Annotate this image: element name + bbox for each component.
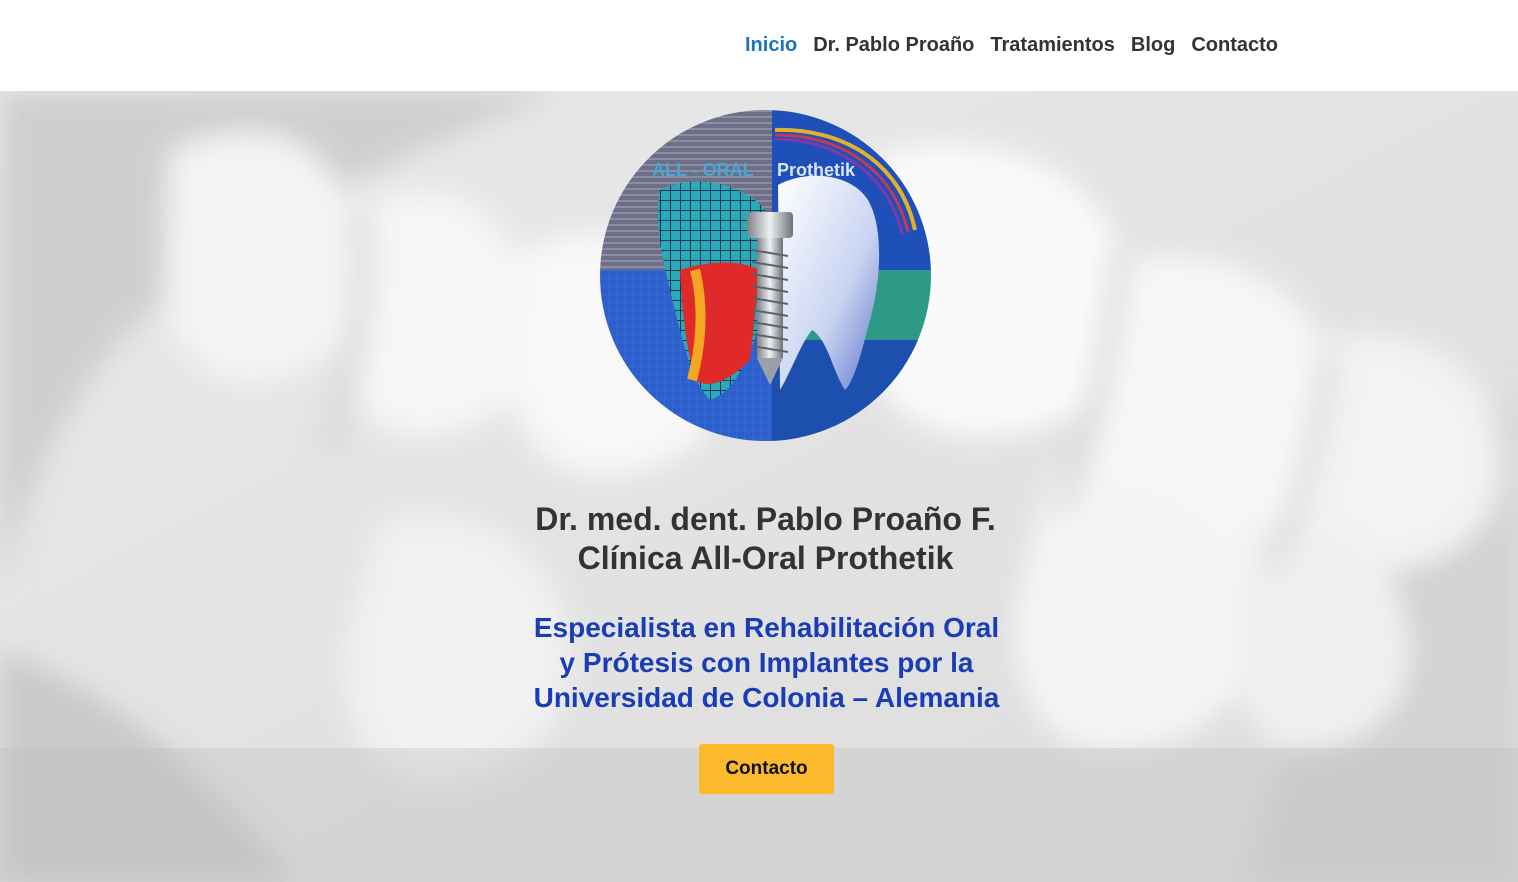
hero-subtitle: Especialista en Rehabilitación Oral y Pr…: [450, 610, 1083, 715]
hero-title-line-2: Clínica All-Oral Prothetik: [577, 540, 954, 576]
logo-graphic-icon: [600, 110, 931, 441]
logo-text-prothetik: Prothetik: [777, 160, 856, 180]
all-oral-prothetik-logo: [600, 110, 931, 441]
logo-text-all-oral: ALL - ORAL: [652, 160, 754, 180]
page: Inicio Dr. Pablo Proaño Tratamientos Blo…: [0, 0, 1518, 882]
nav-item-contacto[interactable]: Contacto: [1191, 31, 1278, 59]
hero-subtitle-line-2: y Prótesis con Implantes por la: [559, 647, 974, 678]
main-nav: Inicio Dr. Pablo Proaño Tratamientos Blo…: [745, 31, 1278, 59]
hero-subtitle-line-1: Especialista en Rehabilitación Oral: [533, 612, 1000, 643]
hero-title-line-1: Dr. med. dent. Pablo Proaño F.: [535, 501, 996, 537]
nav-item-dr-pablo-proano[interactable]: Dr. Pablo Proaño: [813, 31, 974, 59]
nav-item-tratamientos[interactable]: Tratamientos: [990, 31, 1114, 59]
nav-item-blog[interactable]: Blog: [1131, 31, 1175, 59]
site-header: Inicio Dr. Pablo Proaño Tratamientos Blo…: [0, 0, 1518, 91]
hero-title: Dr. med. dent. Pablo Proaño F. Clínica A…: [400, 500, 1131, 578]
contacto-button[interactable]: Contacto: [699, 744, 834, 794]
hero-subtitle-line-3: Universidad de Colonia – Alemania: [533, 682, 1000, 713]
nav-item-inicio[interactable]: Inicio: [745, 31, 797, 59]
